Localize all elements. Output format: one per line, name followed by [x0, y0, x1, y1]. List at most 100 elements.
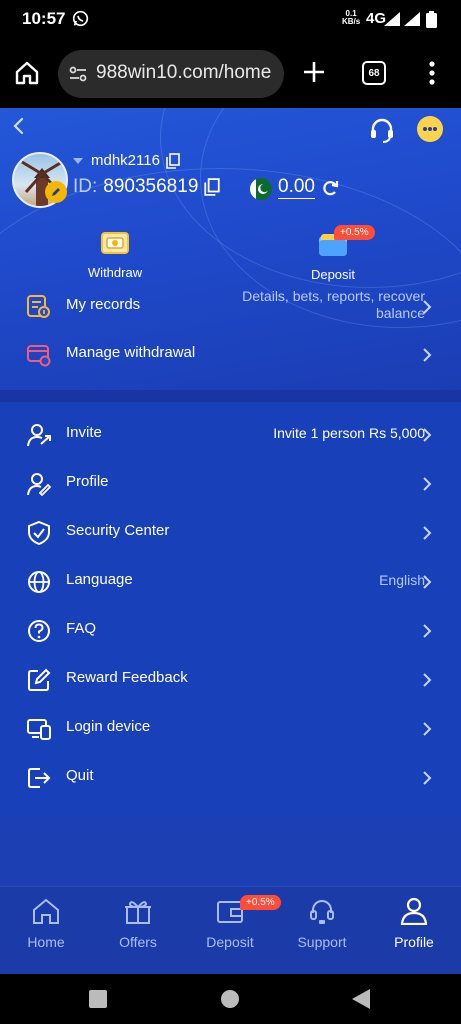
recents-icon[interactable]	[89, 990, 107, 1008]
devices-icon	[27, 719, 51, 740]
chevron-right-icon	[423, 722, 432, 736]
more-options-icon[interactable]	[424, 60, 440, 86]
faq-label: FAQ	[66, 620, 97, 637]
nav-profile-label: Profile	[394, 934, 434, 950]
flag-crescent-icon	[250, 178, 269, 200]
manage-withdrawal-icon	[27, 345, 51, 367]
network-speed: 0.1 KB/s	[342, 10, 360, 26]
profile-nav-icon	[400, 897, 428, 926]
nav-home-label: Home	[27, 934, 65, 950]
withdraw-icon	[101, 232, 129, 254]
new-tab-icon[interactable]	[300, 58, 328, 86]
url-text[interactable]: 988win10.com/home	[96, 62, 271, 84]
profile-icon	[27, 473, 52, 497]
copy-id-icon[interactable]	[204, 178, 221, 196]
my-records-label: My records	[66, 296, 141, 313]
withdraw-button[interactable]: Withdraw	[72, 230, 158, 280]
username-row: mdhk2116	[73, 152, 180, 169]
manage-withdrawal-label: Manage withdrawal	[66, 344, 196, 361]
language-label: Language	[66, 571, 133, 588]
menu-item-language[interactable]: Language English	[0, 557, 461, 605]
signal-icon	[384, 12, 400, 26]
my-records-desc-line1: Details, bets, reports, recover	[242, 288, 425, 304]
copy-icon[interactable]	[166, 152, 180, 169]
menu-item-security-center[interactable]: Security Center	[0, 508, 461, 556]
invite-icon	[27, 424, 51, 447]
message-dots-icon	[423, 127, 437, 131]
menu-item-quit[interactable]: Quit	[0, 753, 461, 801]
signal-icon	[404, 12, 420, 26]
invite-reward-text: Invite 1 person Rs 5,000	[273, 425, 425, 441]
home-circle-icon[interactable]	[221, 990, 239, 1008]
shield-icon	[28, 520, 50, 546]
chevron-right-icon	[423, 428, 432, 442]
menu-item-invite[interactable]: Invite Invite 1 person Rs 5,000	[0, 410, 461, 458]
browser-toolbar: 988win10.com/home 68	[0, 38, 461, 108]
user-id-row: ID: 890356819	[73, 176, 221, 198]
records-icon	[27, 295, 50, 318]
menu-item-manage-withdrawal[interactable]: Manage withdrawal	[0, 330, 461, 378]
nav-home[interactable]: Home	[0, 897, 92, 950]
nav-support[interactable]: Support	[276, 897, 368, 950]
status-time: 10:57	[22, 9, 66, 28]
chevron-right-icon	[423, 673, 432, 687]
chevron-right-icon	[423, 300, 432, 314]
nav-profile[interactable]: Profile	[368, 897, 460, 950]
customer-service-icon[interactable]	[368, 116, 396, 144]
my-records-description: Details, bets, reports, recover balance	[242, 288, 425, 322]
login-device-label: Login device	[66, 718, 151, 735]
pencil-icon	[52, 188, 60, 196]
chevron-right-icon	[423, 477, 432, 491]
message-icon[interactable]	[417, 116, 443, 142]
settings-list: Invite Invite 1 person Rs 5,000 Profile …	[0, 402, 461, 816]
status-bar: 10:57 0.1 KB/s 4G	[0, 0, 461, 38]
menu-item-faq[interactable]: FAQ	[0, 606, 461, 654]
reward-feedback-label: Reward Feedback	[66, 669, 188, 686]
browser-home-icon[interactable]	[14, 60, 40, 86]
profile-header: mdhk2116 ID: 890356819 0.00 Withdraw Dep…	[0, 108, 461, 390]
security-center-label: Security Center	[66, 522, 170, 539]
battery-icon	[426, 11, 437, 28]
profile-label: Profile	[66, 473, 109, 490]
quit-label: Quit	[66, 767, 94, 784]
chevron-right-icon	[423, 575, 432, 589]
chevron-right-icon	[423, 624, 432, 638]
address-bar[interactable]: 988win10.com/home	[58, 50, 284, 98]
username: mdhk2116	[91, 152, 160, 169]
net-speed-unit: KB/s	[342, 17, 361, 26]
globe-icon	[28, 571, 50, 593]
deposit-label: Deposit	[310, 267, 356, 282]
menu-item-my-records[interactable]: My records Details, bets, reports, recov…	[0, 282, 461, 330]
nav-offers-label: Offers	[119, 934, 157, 950]
bottom-navigation: Home Offers Deposit +0.5% Support Profil…	[0, 886, 461, 974]
pakistan-flag-icon	[250, 178, 272, 200]
withdraw-label: Withdraw	[87, 265, 143, 280]
user-id: 890356819	[103, 176, 199, 197]
nav-support-label: Support	[297, 934, 347, 950]
menu-item-reward-feedback[interactable]: Reward Feedback	[0, 655, 461, 703]
tab-switcher-button[interactable]: 68	[362, 61, 386, 85]
support-headset-icon	[310, 900, 334, 924]
deposit-bonus-badge: +0.5%	[334, 225, 375, 240]
back-triangle-icon[interactable]	[352, 989, 370, 1009]
chevron-right-icon	[423, 348, 432, 362]
refresh-balance-icon[interactable]	[320, 178, 340, 198]
network-type: 4G	[366, 10, 387, 27]
help-icon	[28, 620, 50, 642]
gift-icon	[125, 901, 151, 924]
feedback-edit-icon	[28, 668, 51, 691]
edit-avatar-icon[interactable]	[45, 181, 67, 203]
my-records-desc-line2: balance	[375, 305, 425, 321]
home-icon	[33, 898, 59, 924]
menu-item-login-device[interactable]: Login device	[0, 704, 461, 752]
dropdown-caret-icon[interactable]	[73, 157, 83, 164]
chevron-right-icon	[423, 526, 432, 540]
nav-offers[interactable]: Offers	[92, 897, 184, 950]
current-language: English	[379, 572, 425, 588]
profile-page: mdhk2116 ID: 890356819 0.00 Withdraw Dep…	[0, 108, 461, 974]
menu-item-profile[interactable]: Profile	[0, 459, 461, 507]
back-icon[interactable]	[10, 116, 28, 136]
id-label: ID:	[73, 176, 98, 197]
system-navigation-bar	[0, 974, 461, 1024]
site-settings-icon[interactable]	[68, 64, 88, 84]
